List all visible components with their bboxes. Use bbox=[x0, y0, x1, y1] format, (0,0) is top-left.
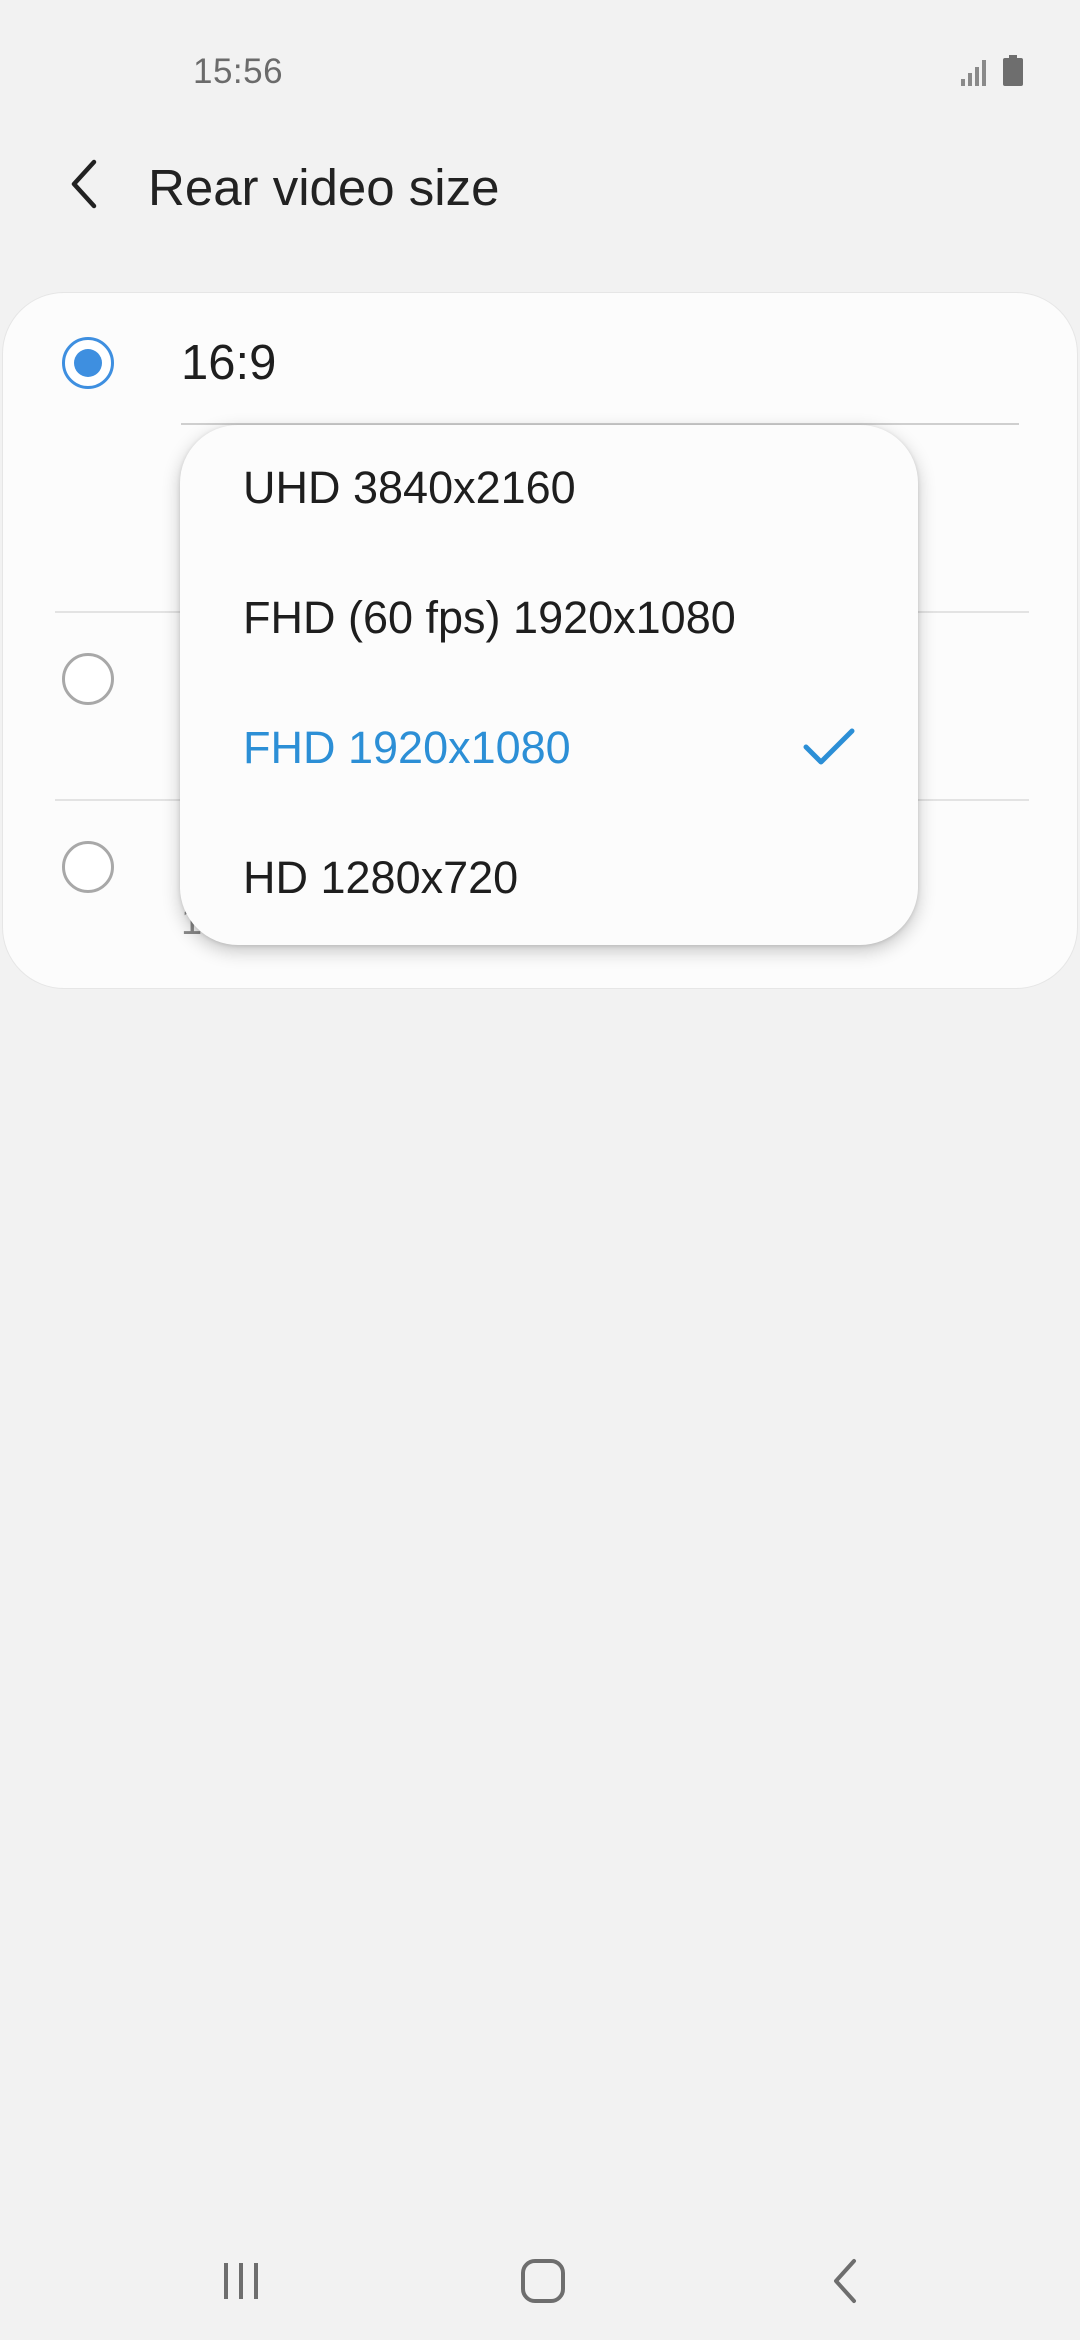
dropdown-item-label: HD 1280x720 bbox=[243, 852, 519, 903]
back-icon bbox=[830, 2257, 860, 2310]
radio-button[interactable] bbox=[62, 841, 114, 893]
page-title: Rear video size bbox=[148, 159, 500, 216]
dropdown-item-fhd-60fps[interactable]: FHD (60 fps) 1920x1080 bbox=[180, 555, 918, 685]
app-bar: Rear video size bbox=[0, 140, 1080, 235]
status-time: 15:56 bbox=[193, 52, 284, 91]
status-bar: 15:56 bbox=[0, 0, 1080, 140]
home-icon bbox=[519, 2257, 567, 2310]
option-label: 16:9 bbox=[181, 336, 277, 390]
dropdown-item-uhd[interactable]: UHD 3840x2160 bbox=[180, 425, 918, 555]
home-button[interactable] bbox=[498, 2248, 588, 2318]
check-icon bbox=[802, 727, 856, 774]
dropdown-item-label: FHD 1920x1080 bbox=[243, 722, 571, 773]
dropdown-item-label: FHD (60 fps) 1920x1080 bbox=[243, 592, 736, 643]
chevron-left-icon bbox=[64, 158, 104, 215]
dropdown-item-label: UHD 3840x2160 bbox=[243, 462, 576, 513]
dropdown-item-hd[interactable]: HD 1280x720 bbox=[180, 815, 918, 945]
video-size-dropdown: UHD 3840x2160 FHD (60 fps) 1920x1080 FHD… bbox=[180, 425, 918, 945]
battery-icon bbox=[1002, 55, 1024, 92]
back-button[interactable] bbox=[48, 150, 120, 222]
recents-icon bbox=[218, 2261, 264, 2306]
dropdown-item-fhd[interactable]: FHD 1920x1080 bbox=[180, 685, 918, 815]
recents-button[interactable] bbox=[196, 2248, 286, 2318]
signal-icon bbox=[960, 57, 990, 92]
status-icons bbox=[960, 55, 1024, 92]
radio-button[interactable] bbox=[62, 653, 114, 705]
nav-back-button[interactable] bbox=[800, 2248, 890, 2318]
navigation-bar bbox=[0, 2220, 1080, 2340]
radio-button-checked[interactable] bbox=[62, 337, 114, 389]
